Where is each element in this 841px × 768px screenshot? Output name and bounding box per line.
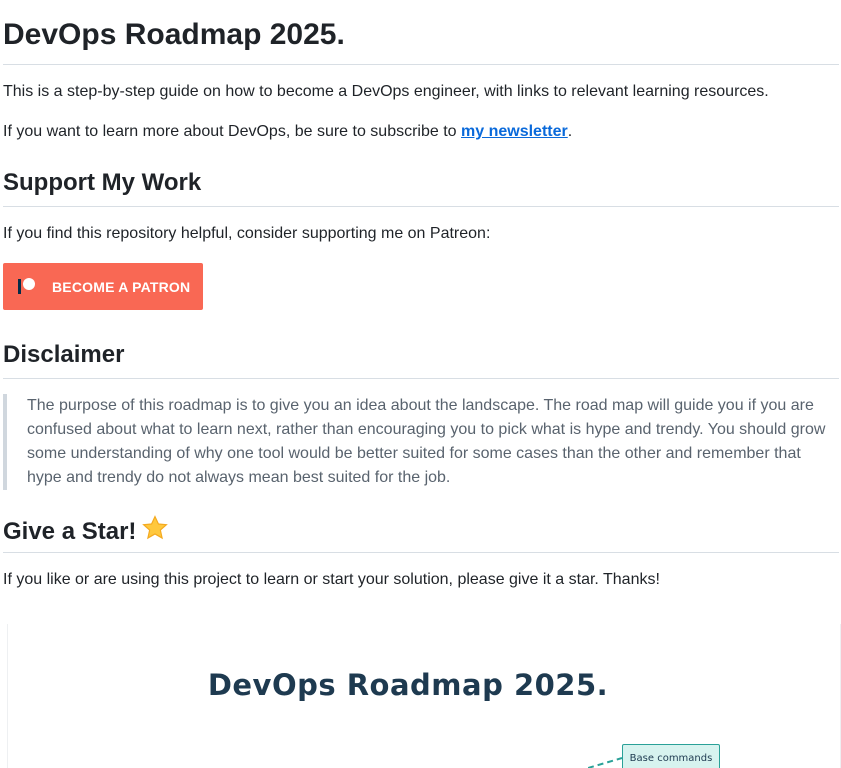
- disclaimer-text: The purpose of this roadmap is to give y…: [27, 397, 826, 486]
- roadmap-image: DevOps Roadmap 2025. Base commands: [7, 624, 841, 768]
- become-patron-button[interactable]: BECOME A PATRON: [3, 263, 203, 310]
- support-paragraph: If you find this repository helpful, con…: [3, 225, 491, 242]
- newsletter-text-after: .: [567, 123, 573, 140]
- readme-content: DevOps Roadmap 2025. This is a step-by-s…: [3, 0, 841, 768]
- newsletter-link[interactable]: my newsletter: [461, 123, 568, 140]
- become-patron-label: BECOME A PATRON: [52, 278, 191, 295]
- give-star-heading-text: Give a Star!: [3, 518, 137, 545]
- disclaimer-heading: Disclaimer: [3, 340, 839, 379]
- disclaimer-quote: The purpose of this roadmap is to give y…: [3, 394, 839, 490]
- intro-paragraph: This is a step-by-step guide on how to b…: [3, 83, 769, 100]
- roadmap-image-title: DevOps Roadmap 2025.: [207, 668, 609, 702]
- newsletter-text-before: If you want to learn more about DevOps, …: [3, 123, 462, 140]
- newsletter-paragraph: If you want to learn more about DevOps, …: [3, 120, 572, 144]
- star-icon: [140, 514, 170, 550]
- give-star-heading: Give a Star!: [3, 514, 839, 553]
- star-paragraph: If you like or are using this project to…: [3, 571, 660, 588]
- support-heading: Support My Work: [3, 168, 839, 207]
- page-title: DevOps Roadmap 2025.: [3, 0, 839, 65]
- roadmap-node: Base commands: [622, 744, 720, 768]
- patreon-logo-icon: [18, 277, 38, 297]
